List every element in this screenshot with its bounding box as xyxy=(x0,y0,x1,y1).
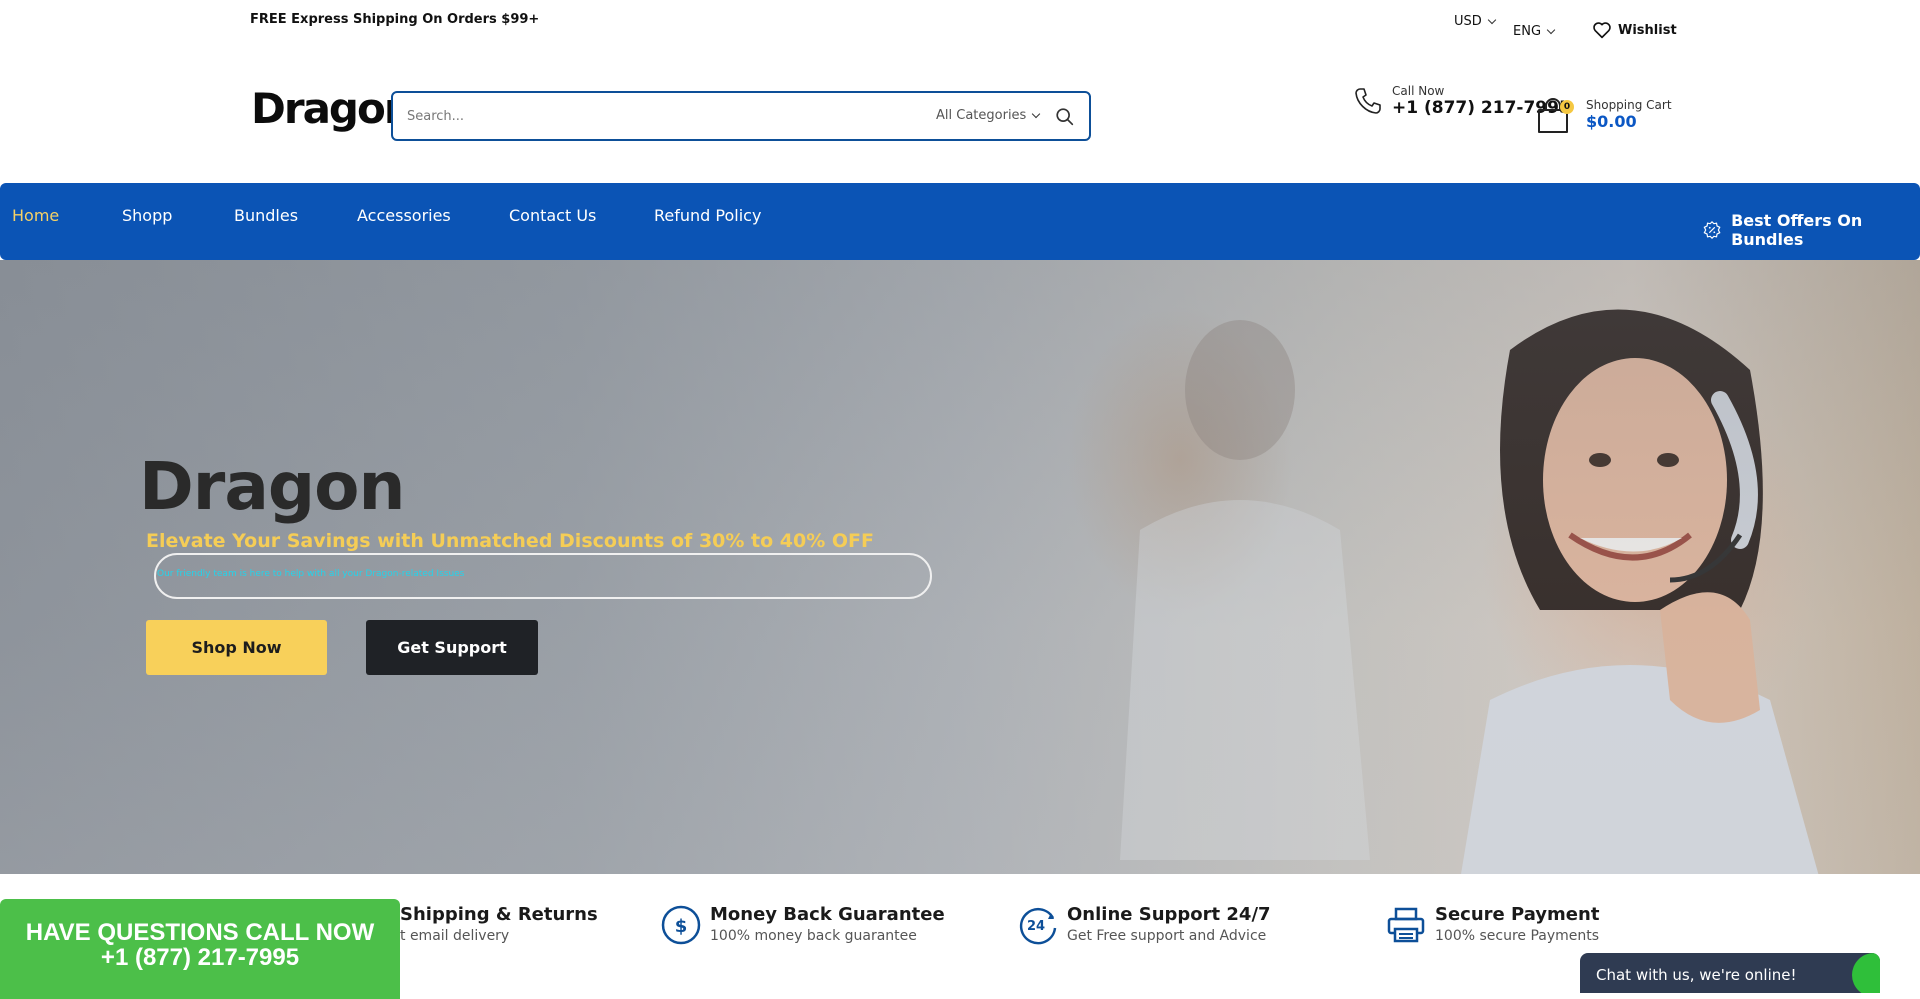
hero-banner: Dragon Elevate Your Savings with Unmatch… xyxy=(0,260,1920,874)
feature-subtitle: t email delivery xyxy=(400,928,510,944)
wishlist-label: Wishlist xyxy=(1618,22,1677,38)
feature-shipping: Shipping & Returns t email delivery xyxy=(400,904,598,944)
support-24-icon: 24 xyxy=(1019,908,1057,945)
chevron-down-icon xyxy=(1487,15,1497,24)
category-dropdown[interactable]: All Categories xyxy=(936,108,1041,123)
hero-title: Dragon xyxy=(139,448,405,525)
hero-subtitle: Elevate Your Savings with Unmatched Disc… xyxy=(146,530,874,552)
nav-accessories[interactable]: Accessories xyxy=(357,206,451,225)
nav-shopp[interactable]: Shopp xyxy=(122,206,172,225)
logo[interactable]: Dragon xyxy=(251,84,414,133)
currency-selector[interactable]: USD xyxy=(1454,14,1497,29)
search-input[interactable] xyxy=(407,105,907,127)
feature-secure-payment: Secure Payment 100% secure Payments xyxy=(1385,904,1599,946)
nav-contact-us[interactable]: Contact Us xyxy=(509,206,596,225)
call-banner-line2: +1 (877) 217-7995 xyxy=(100,944,300,971)
best-offers-link[interactable]: Best Offers On Bundles xyxy=(1703,211,1920,249)
best-offers-label: Best Offers On Bundles xyxy=(1731,211,1863,249)
cart-total: $0.00 xyxy=(1586,112,1637,131)
language-selector[interactable]: ENG xyxy=(1513,24,1556,39)
feature-title: Money Back Guarantee xyxy=(710,904,945,925)
svg-text:$: $ xyxy=(675,916,688,937)
shipping-promo: FREE Express Shipping On Orders $99+ xyxy=(250,12,540,27)
category-label: All Categories xyxy=(936,108,1027,123)
feature-title: Shipping & Returns xyxy=(400,904,598,925)
wishlist-link[interactable]: Wishlist xyxy=(1592,21,1677,39)
hero-note: Our friendly team is here to help with a… xyxy=(157,569,465,579)
top-bar: FREE Express Shipping On Orders $99+ USD… xyxy=(0,0,1920,58)
get-support-button[interactable]: Get Support xyxy=(366,620,538,675)
chat-label: Chat with us, we're online! xyxy=(1596,966,1797,984)
cart-label: Shopping Cart xyxy=(1586,98,1672,112)
phone-icon xyxy=(1355,88,1381,114)
currency-label: USD xyxy=(1454,14,1482,29)
hero-note-box: Our friendly team is here to help with a… xyxy=(154,553,932,599)
call-banner[interactable]: HAVE QUESTIONS CALL NOW +1 (877) 217-799… xyxy=(0,899,400,999)
nav-bundles[interactable]: Bundles xyxy=(234,206,298,225)
cart-count-badge: 0 xyxy=(1560,100,1574,114)
nav-refund-policy[interactable]: Refund Policy xyxy=(654,206,761,225)
chevron-down-icon xyxy=(1032,109,1041,118)
heart-icon xyxy=(1593,22,1611,39)
online-status-icon xyxy=(1852,953,1880,993)
language-label: ENG xyxy=(1513,24,1542,39)
chat-widget[interactable]: Chat with us, we're online! xyxy=(1580,953,1880,993)
feature-subtitle: 100% money back guarantee xyxy=(710,928,917,944)
shopping-cart[interactable]: 0 Shopping Cart $0.00 xyxy=(1536,96,1672,136)
feature-title: Online Support 24/7 xyxy=(1067,904,1271,925)
nav-home[interactable]: Home xyxy=(12,206,59,225)
main-nav: Home Shopp Bundles Accessories Contact U… xyxy=(0,183,1920,260)
feature-title: Secure Payment xyxy=(1435,904,1600,925)
dollar-icon: $ xyxy=(661,905,701,945)
feature-subtitle: 100% secure Payments xyxy=(1435,928,1600,944)
chevron-down-icon xyxy=(1546,25,1556,34)
feature-money-back: $ Money Back Guarantee 100% money back g… xyxy=(660,904,945,946)
search-bar: All Categories xyxy=(391,91,1091,141)
call-banner-line1: HAVE QUESTIONS CALL NOW xyxy=(25,919,375,946)
discount-badge-icon xyxy=(1703,221,1721,239)
feature-support: 24 Online Support 24/7 Get Free support … xyxy=(1017,904,1271,946)
feature-subtitle: Get Free support and Advice xyxy=(1067,928,1267,944)
printer-icon xyxy=(1387,907,1425,943)
svg-text:24: 24 xyxy=(1027,919,1045,934)
search-icon[interactable] xyxy=(1054,106,1076,128)
shop-now-button[interactable]: Shop Now xyxy=(146,620,327,675)
